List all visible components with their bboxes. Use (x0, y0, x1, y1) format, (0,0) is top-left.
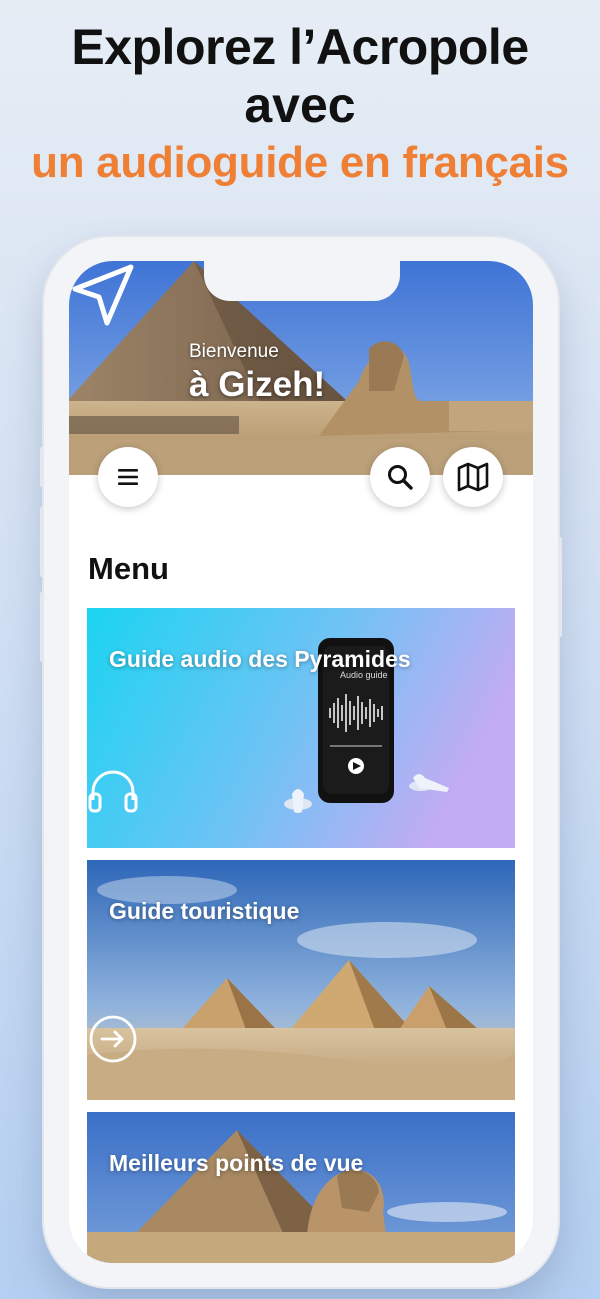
promo-headline: Explorez l’Acropole avec un audioguide e… (0, 18, 600, 192)
navigation-arrow-icon (72, 264, 134, 326)
card-best-viewpoints-title: Meilleurs points de vue (109, 1150, 364, 1176)
card-tourist-guide-image (87, 860, 515, 1100)
card-audio-guide[interactable]: Audio guide Guide audio des Pyramides (87, 608, 515, 848)
promo-line-1: Explorez l’Acropole (71, 19, 529, 75)
promo-line-2: avec (244, 77, 356, 133)
arrow-right-circle-icon (89, 1015, 137, 1063)
phone-power-button (558, 537, 562, 637)
menu-icon (118, 469, 138, 485)
map-icon (457, 462, 489, 492)
headphones-icon (88, 770, 138, 813)
card-audio-guide-title: Guide audio des Pyramides (109, 646, 411, 672)
card-best-viewpoints[interactable]: Meilleurs points de vue (87, 1112, 515, 1263)
card-tourist-guide[interactable]: Guide touristique (87, 860, 515, 1100)
phone-volume-up (40, 507, 44, 577)
search-button[interactable] (370, 447, 430, 507)
card-best-viewpoints-image (87, 1112, 515, 1263)
phone-volume-down (40, 592, 44, 662)
place-title: à Gizeh! (189, 365, 326, 404)
map-button[interactable] (443, 447, 503, 507)
promo-line-3: un audioguide en français (31, 138, 569, 187)
card-audio-guide-image (87, 608, 515, 848)
search-icon (388, 465, 413, 490)
app-screen: Bienvenue à Gizeh! Menu Audio guide Guid… (69, 261, 533, 1263)
menu-button[interactable] (98, 447, 158, 507)
phone-notch (204, 261, 400, 301)
welcome-text: Bienvenue (189, 341, 279, 362)
card-tourist-guide-title: Guide touristique (109, 898, 300, 924)
phone-frame: Bienvenue à Gizeh! Menu Audio guide Guid… (40, 237, 562, 1287)
menu-heading: Menu (88, 551, 169, 586)
phone-side-button (40, 447, 44, 487)
